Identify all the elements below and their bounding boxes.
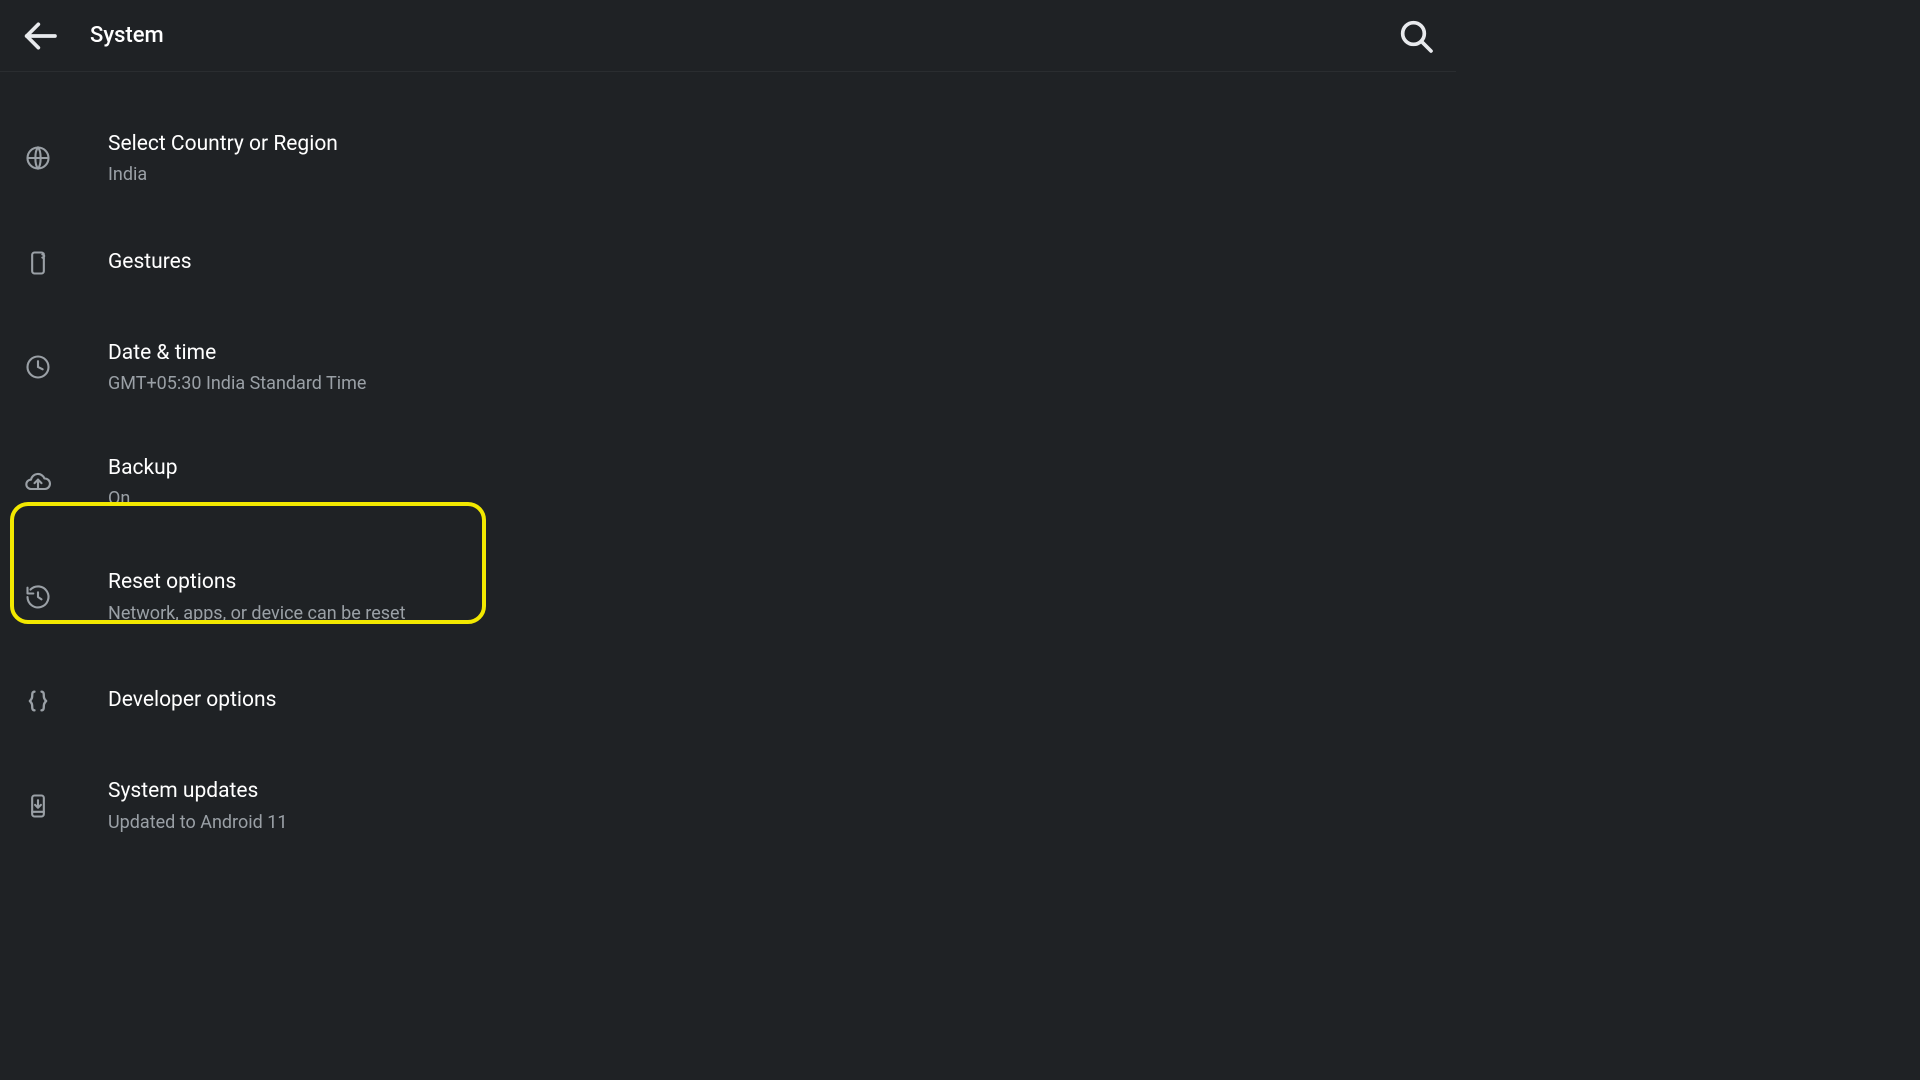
setting-item-backup[interactable]: Backup On — [0, 436, 1456, 529]
item-subtitle: India — [108, 163, 338, 186]
item-text: Select Country or Region India — [108, 130, 338, 187]
item-text: Gestures — [108, 248, 192, 277]
braces-icon — [24, 687, 108, 715]
back-button[interactable] — [20, 16, 60, 56]
page-title: System — [90, 23, 164, 48]
search-icon — [1396, 16, 1436, 56]
item-title: Backup — [108, 454, 178, 483]
globe-icon — [24, 144, 108, 172]
item-title: System updates — [108, 777, 287, 806]
setting-item-country[interactable]: Select Country or Region India — [0, 112, 1456, 205]
item-subtitle: On — [108, 487, 178, 510]
restore-icon — [24, 583, 108, 611]
item-title: Select Country or Region — [108, 130, 338, 159]
system-update-icon — [24, 792, 108, 820]
partial-subtitle: Gboard — [108, 72, 1456, 76]
item-subtitle: Updated to Android 11 — [108, 811, 287, 834]
item-text: System updates Updated to Android 11 — [108, 777, 287, 834]
item-title: Gestures — [108, 248, 192, 277]
arrow-back-icon — [20, 16, 60, 56]
setting-item-reset[interactable]: Reset options Network, apps, or device ca… — [0, 550, 1456, 643]
search-button[interactable] — [1396, 16, 1436, 56]
app-header: System — [0, 0, 1456, 72]
item-title: Reset options — [108, 568, 405, 597]
setting-item-developer[interactable]: Developer options — [0, 665, 1456, 737]
setting-item-date-time[interactable]: Date & time GMT+05:30 India Standard Time — [0, 321, 1456, 414]
setting-item-updates[interactable]: System updates Updated to Android 11 — [0, 759, 1456, 852]
partial-previous-item: Gboard — [0, 72, 1456, 90]
item-subtitle: Network, apps, or device can be reset — [108, 602, 405, 625]
gesture-icon — [24, 249, 108, 277]
item-subtitle: GMT+05:30 India Standard Time — [108, 372, 366, 395]
item-title: Developer options — [108, 686, 276, 715]
clock-icon — [24, 353, 108, 381]
item-text: Date & time GMT+05:30 India Standard Time — [108, 339, 366, 396]
item-text: Reset options Network, apps, or device ca… — [108, 568, 405, 625]
item-title: Date & time — [108, 339, 366, 368]
cloud-upload-icon — [24, 468, 108, 496]
settings-list: Gboard Select Country or Region India Ges… — [0, 72, 1456, 874]
setting-item-gestures[interactable]: Gestures — [0, 227, 1456, 299]
item-text: Developer options — [108, 686, 276, 715]
item-text: Backup On — [108, 454, 178, 511]
